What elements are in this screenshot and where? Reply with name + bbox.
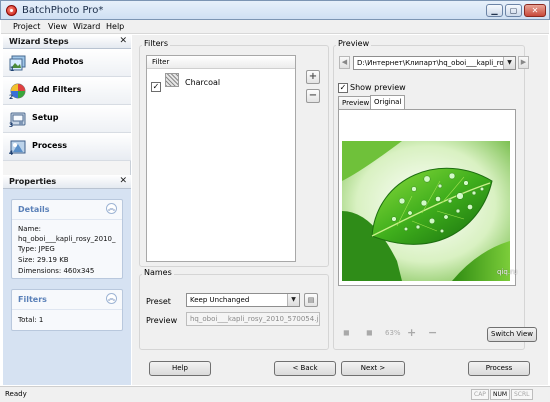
zoom-level: 63% [385,329,401,337]
wizard-steps-title: Wizard Steps [9,37,69,46]
back-button[interactable]: < Back [274,361,336,376]
filter-column-header[interactable]: Filter [147,56,295,69]
names-group-label: Names [142,268,174,277]
title-bar: BatchPhoto Pro* ▁ ▢ ✕ [0,0,550,20]
close-button[interactable]: ✕ [524,4,546,17]
chevron-down-icon: ▼ [287,294,299,306]
filter-charcoal-checkbox[interactable]: ✓ [151,82,161,92]
step-add-photos[interactable]: 1 Add Photos [3,49,131,77]
photo-path-value: D:\Интернет\Клипарт\hq_oboi___kapli_ro [357,59,504,67]
properties-panel: Details ︽ Name: hq_oboi___kapli_rosy_201… [3,189,131,385]
step-add-photos-label: Add Photos [32,57,84,66]
collapse-details-icon[interactable]: ︽ [106,203,117,214]
add-filter-button[interactable]: + [306,70,320,84]
next-button[interactable]: Next > [341,361,405,376]
details-title: Details [18,205,50,214]
process-icon: 4 [9,140,26,156]
step-add-filters[interactable]: 2 Add Filters [3,77,131,105]
step-process[interactable]: 4 Process [3,133,131,161]
step-add-filters-label: Add Filters [32,85,82,94]
menu-help[interactable]: Help [103,21,127,33]
menu-bar: Project View Wizard Help [1,20,549,34]
filters-card-divider [12,309,122,310]
preset-dropdown[interactable]: Keep Unchanged ▼ [186,293,300,307]
next-photo-button[interactable]: ▶ [518,56,529,69]
close-icon: ✕ [531,6,539,15]
preview-group-label: Preview [336,39,372,48]
tab-preview[interactable]: Preview [338,96,374,110]
left-pane: Wizard Steps ✕ 1 Add Photos 2 Add Filter… [3,35,131,385]
menu-project[interactable]: Project [10,21,43,33]
properties-header: Properties ✕ [3,175,131,189]
add-photos-icon: 1 [9,55,26,72]
app-logo-icon [6,5,17,16]
process-button[interactable]: Process [468,361,530,376]
filter-charcoal-label: Charcoal [185,78,221,87]
zoom-in-icon[interactable]: + [407,326,416,339]
name-preview-field: hq_oboi___kapli_rosy_2010_570054.jp [186,312,320,326]
name-preview-label: Preview [146,316,178,325]
photo-path-dropdown[interactable]: D:\Интернет\Клипарт\hq_oboi___kapli_ro ▼ [353,56,516,70]
details-name-label: Name: [18,225,42,233]
filters-card: Filters ︽ Total: 1 [11,289,123,331]
minimize-button[interactable]: ▁ [486,4,503,17]
fit-to-window-icon[interactable]: ◼ [343,328,350,337]
setup-icon: 3 [9,112,26,128]
tab-original[interactable]: Original [370,95,406,110]
zoom-out-icon[interactable]: − [428,326,437,339]
details-card: Details ︽ Name: hq_oboi___kapli_rosy_201… [11,199,123,279]
details-dimensions: Dimensions: 460x345 [18,267,95,275]
properties-title: Properties [9,177,57,186]
svg-text:3: 3 [9,122,13,128]
preset-label: Preset [146,297,171,306]
wizard-steps-close-icon[interactable]: ✕ [119,35,127,48]
collapse-filters-icon[interactable]: ︽ [106,293,117,304]
num-lock-indicator: NUM [490,389,511,400]
charcoal-filter-icon [165,73,179,87]
status-bar: Ready CAP NUM SCRL [0,386,550,402]
previous-photo-button[interactable]: ◀ [339,56,350,69]
filters-group-label: Filters [142,39,170,48]
details-size: Size: 29.19 KB [18,256,69,264]
edit-document-icon: ▤ [307,296,315,304]
caps-lock-indicator: CAP [471,389,489,400]
scroll-lock-indicator: SCRL [511,389,533,400]
details-divider [12,219,122,220]
svg-text:4: 4 [9,150,13,156]
properties-close-icon[interactable]: ✕ [119,175,127,188]
svg-text:2: 2 [9,94,13,100]
minimize-icon: ▁ [491,6,498,15]
chevron-down-icon: ▼ [503,57,515,69]
step-process-label: Process [32,141,67,150]
menu-wizard[interactable]: Wizard [70,21,103,33]
menu-view[interactable]: View [45,21,70,33]
actual-size-icon[interactable]: ◼ [366,328,373,337]
filters-total: Total: 1 [18,316,44,324]
maximize-button[interactable]: ▢ [505,4,522,17]
preset-value: Keep Unchanged [190,296,250,304]
step-setup[interactable]: 3 Setup [3,105,131,133]
details-type: Type: JPEG [18,245,55,253]
preview-photo [342,141,510,281]
remove-filter-button[interactable]: − [306,89,320,103]
photo-watermark: qiq.ru [497,268,518,276]
switch-view-button[interactable]: Switch View [487,327,537,342]
show-preview-checkbox[interactable]: ✓ [338,83,348,93]
wizard-steps-header: Wizard Steps ✕ [3,35,131,49]
edit-preset-button[interactable]: ▤ [304,293,318,307]
maximize-icon: ▢ [509,6,518,15]
step-setup-label: Setup [32,113,59,122]
help-button[interactable]: Help [149,361,211,376]
svg-text:1: 1 [10,66,14,72]
show-preview-label: Show preview [350,83,406,92]
details-name-value: hq_oboi___kapli_rosy_2010_ [18,235,116,243]
filters-card-title: Filters [18,295,47,304]
window-title: BatchPhoto Pro* [22,5,104,16]
status-text: Ready [5,390,27,398]
add-filters-icon: 2 [9,83,26,100]
